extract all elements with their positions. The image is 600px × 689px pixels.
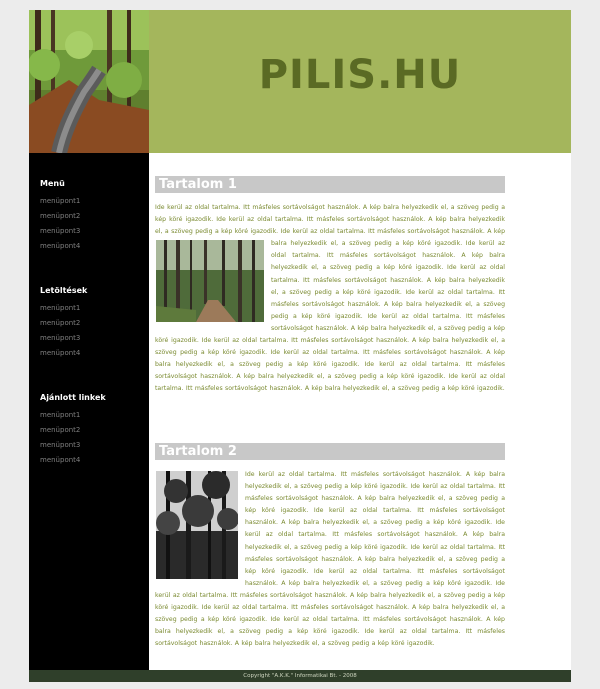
content-section-2: Tartalom 2 Ide kerül az oldal tartalma. … — [155, 443, 505, 650]
sidebar-item-menupont3[interactable]: menüpont3 — [40, 334, 145, 349]
section-heading: Tartalom 1 — [155, 176, 505, 193]
sidebar-item-menupont3[interactable]: menüpont3 — [40, 441, 145, 456]
nav-group-downloads: Letöltések menüpont1 menüpont2 menüpont3… — [40, 286, 145, 364]
sidebar-item-menupont4[interactable]: menüpont4 — [40, 349, 145, 364]
sidebar-item-menupont2[interactable]: menüpont2 — [40, 212, 145, 227]
header-banner: PILIS.HU — [149, 10, 571, 153]
page: PILIS.HU Menü menüpont1 menüpont2 menüpo… — [29, 10, 571, 682]
site-title[interactable]: PILIS.HU — [149, 52, 571, 98]
sidebar-item-menupont4[interactable]: menüpont4 — [40, 242, 145, 257]
main-content: Tartalom 1 Ide kerül az oldal tartalma. … — [155, 153, 505, 673]
forest-trail-photo — [156, 240, 264, 327]
copyright-text: Copyright "A.K.K." Informatikai Bt. - 20… — [243, 673, 357, 679]
section-body: Ide kerül az oldal tartalma. Itt másfele… — [155, 202, 505, 396]
sidebar-item-menupont1[interactable]: menüpont1 — [40, 411, 145, 426]
sidebar-item-menupont3[interactable]: menüpont3 — [40, 227, 145, 242]
nav-group-menu: Menü menüpont1 menüpont2 menüpont3 menüp… — [40, 179, 145, 257]
sidebar-item-menupont2[interactable]: menüpont2 — [40, 319, 145, 334]
nav-group-recommended-links: Ajánlott linkek menüpont1 menüpont2 menü… — [40, 393, 145, 471]
sidebar-item-menupont1[interactable]: menüpont1 — [40, 304, 145, 319]
footer: Copyright "A.K.K." Informatikai Bt. - 20… — [29, 670, 571, 682]
section-body: Ide kerül az oldal tartalma. Itt másfele… — [155, 469, 505, 650]
nav-group-title: Menü — [40, 179, 65, 188]
nav-group-title: Ajánlott linkek — [40, 393, 106, 402]
nav-group-title: Letöltések — [40, 286, 88, 295]
sidebar-item-menupont1[interactable]: menüpont1 — [40, 197, 145, 212]
section-heading: Tartalom 2 — [155, 443, 505, 460]
sidebar: Menü menüpont1 menüpont2 menüpont3 menüp… — [29, 153, 149, 682]
content-section-1: Tartalom 1 Ide kerül az oldal tartalma. … — [155, 176, 505, 396]
sidebar-item-menupont2[interactable]: menüpont2 — [40, 426, 145, 441]
bw-forest-photo — [156, 471, 239, 584]
sidebar-item-menupont4[interactable]: menüpont4 — [40, 456, 145, 471]
header-forest-photo — [29, 10, 149, 153]
